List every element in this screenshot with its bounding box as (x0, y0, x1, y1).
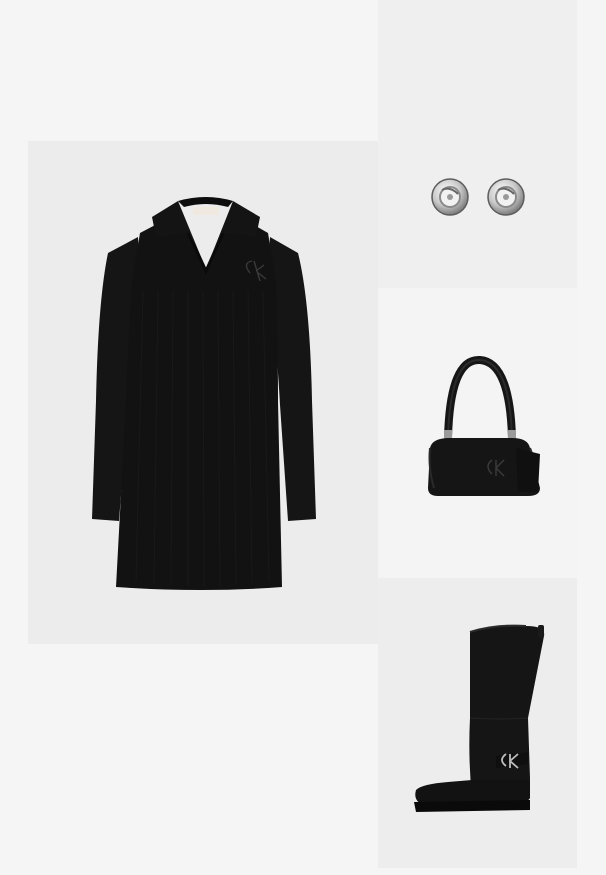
boot-product-tile[interactable] (378, 578, 577, 868)
dress-product-tile[interactable] (28, 141, 378, 644)
boot-sole (414, 800, 530, 812)
bag-strap (444, 356, 516, 439)
boot-pull-tab (538, 625, 544, 637)
boot-image (414, 624, 545, 812)
earrings-image (431, 178, 525, 216)
earring-right (487, 178, 525, 216)
earrings-product-tile[interactable] (378, 0, 577, 288)
bag-image (428, 356, 540, 496)
bag-product-tile[interactable] (378, 288, 577, 578)
dress-inner-label (193, 207, 219, 215)
outfit-collage (0, 0, 606, 875)
earring-left (431, 178, 469, 216)
dress-image (92, 197, 316, 590)
boot-shaft (469, 625, 545, 798)
